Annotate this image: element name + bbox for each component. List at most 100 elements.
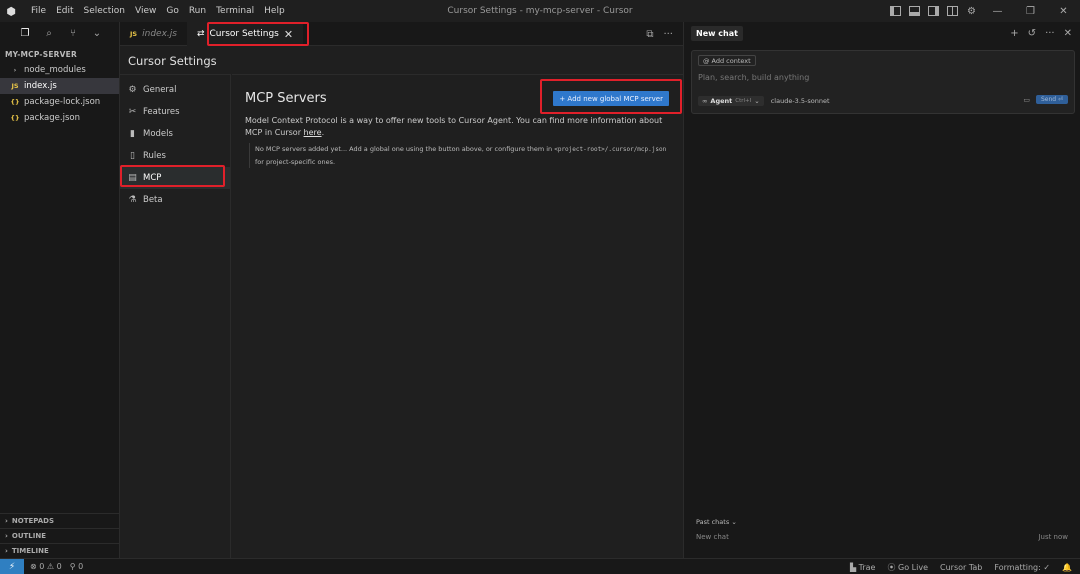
nav-item-models[interactable]: ▮ Models [120,123,230,145]
sidebar-right-icon[interactable] [924,0,943,22]
past-chats-label: Past chats [696,518,730,526]
tab-cursor-settings[interactable]: ⇄ Cursor Settings ✕ [186,22,304,46]
status-bar: ⚡ ⊗ 0 ⚠ 0 ⚲ 0 ▙ Trae ⦿ Go Live Cursor Ta… [0,558,1080,574]
tree-item-node-modules[interactable]: › node_modules [0,62,119,78]
project-title[interactable]: MY-MCP-SERVER [0,44,119,62]
gear-icon[interactable]: ⚙ [962,0,981,22]
menu-edit[interactable]: Edit [51,0,78,22]
menu-bar: File Edit Selection View Go Run Terminal… [26,0,290,22]
nav-label: Models [143,129,173,139]
model-selector[interactable]: claude-3.5-sonnet [771,97,830,105]
tree-item-label: index.js [24,81,57,91]
panel-bottom-icon[interactable] [905,0,924,22]
problems-count[interactable]: ⊗ 0 ⚠ 0 [30,562,62,571]
status-go-live[interactable]: ⦿ Go Live [887,562,928,573]
json-file-icon: {} [10,114,20,122]
menu-view[interactable]: View [130,0,161,22]
add-context-button[interactable]: @ Add context [698,55,756,66]
past-chats-toggle[interactable]: Past chats ⌄ [696,518,737,526]
close-window-button[interactable]: ✕ [1047,0,1080,22]
past-chat-title: New chat [696,533,729,541]
status-formatting[interactable]: Formatting: ✓ [994,563,1050,572]
chevron-down-icon: ⌄ [731,518,737,526]
add-global-mcp-server-button[interactable]: + Add new global MCP server [553,91,669,106]
section-heading: MCP Servers [245,91,327,106]
nav-label: Beta [143,195,163,205]
search-icon[interactable]: ⌕ [42,26,56,40]
menu-help[interactable]: Help [259,0,290,22]
source-control-icon[interactable]: ⑂ [66,26,80,40]
status-cursor-tab[interactable]: Cursor Tab [940,563,982,572]
nav-item-rules[interactable]: ▯ Rules [120,145,230,167]
section-notepads[interactable]: › NOTEPADS [0,513,120,528]
close-icon[interactable]: ✕ [1064,28,1072,39]
layout-icon[interactable] [943,0,962,22]
menu-run[interactable]: Run [184,0,211,22]
send-button[interactable]: Send ⏎ [1035,95,1068,104]
more-actions-icon[interactable]: ··· [1045,28,1055,39]
tab-new-chat[interactable]: New chat [691,25,743,41]
tab-label: index.js [142,29,177,39]
title-bar: ⬢ File Edit Selection View Go Run Termin… [0,0,1080,22]
menu-selection[interactable]: Selection [79,0,130,22]
gear-icon: ⚙ [128,85,137,95]
mcp-empty-state: No MCP servers added yet... Add a global… [249,143,669,168]
ports-count[interactable]: ⚲ 0 [70,562,84,571]
tree-item-index-js[interactable]: JS index.js [0,78,119,94]
editor-tabs: JS index.js ⇄ Cursor Settings ✕ ⧉ ··· [120,22,683,46]
agent-mode-selector[interactable]: ∞ Agent Ctrl+I ⌄ [698,96,764,106]
section-timeline[interactable]: › TIMELINE [0,543,120,558]
chat-input[interactable]: Plan, search, build anything [698,73,809,82]
chevron-down-icon: ⌄ [754,97,760,105]
flask-icon: ⚗ [128,195,137,205]
settings-nav: ⚙ General ✂ Features ▮ Models ▯ Rules ▤ … [120,74,231,558]
bar-chart-icon: ▮ [130,129,135,139]
nav-item-features[interactable]: ✂ Features [120,101,230,123]
tab-index-js[interactable]: JS index.js [120,22,187,46]
mcp-docs-link[interactable]: here [304,128,322,137]
tools-icon: ✂ [128,107,137,117]
nav-item-mcp[interactable]: ▤ MCP [120,167,230,189]
minimize-button[interactable]: — [981,0,1014,22]
nav-item-beta[interactable]: ⚗ Beta [120,189,230,211]
menu-terminal[interactable]: Terminal [211,0,259,22]
split-editor-icon[interactable]: ⧉ [646,29,653,40]
nav-label: Rules [143,151,166,161]
past-chat-time: Just now [1038,533,1068,541]
chat-header: New chat + ↺ ··· ✕ [684,22,1080,44]
tree-item-package-lock-json[interactable]: {} package-lock.json [0,94,119,110]
new-chat-icon[interactable]: + [1010,28,1018,39]
nav-item-general[interactable]: ⚙ General [120,79,230,101]
nav-label: Features [143,107,180,117]
more-actions-icon[interactable]: ··· [663,29,673,40]
close-icon[interactable]: ✕ [284,28,293,41]
menu-go[interactable]: Go [161,0,183,22]
explorer-icon[interactable]: ❐ [18,26,32,40]
menu-file[interactable]: File [26,0,51,22]
config-path: <project-root>/.cursor/mcp.json [554,146,667,153]
sidebar-left-icon[interactable] [886,0,905,22]
past-chat-item[interactable]: New chat Just now [696,533,1068,541]
restore-button[interactable]: ❐ [1014,0,1047,22]
cursor-logo-icon: ⬢ [6,4,16,18]
history-icon[interactable]: ↺ [1028,28,1036,39]
status-trae[interactable]: ▙ Trae [850,563,876,572]
mcp-settings-panel: MCP Servers + Add new global MCP server … [232,74,683,558]
chat-input-box[interactable]: @ Add context Plan, search, build anythin… [691,50,1075,114]
section-label: OUTLINE [11,532,47,540]
remote-indicator[interactable]: ⚡ [0,558,24,574]
chat-panel: New chat + ↺ ··· ✕ @ Add context Plan, se… [683,22,1080,558]
mcp-description: Model Context Protocol is a way to offer… [245,115,675,139]
chevron-down-icon[interactable]: ⌄ [90,26,104,40]
tree-item-package-json[interactable]: {} package.json [0,110,119,126]
bell-icon[interactable]: 🔔 [1062,563,1072,572]
explorer-sidebar: ❐ ⌕ ⑂ ⌄ MY-MCP-SERVER › node_modules JS … [0,22,120,558]
chevron-right-icon: › [5,517,8,525]
js-file-icon: JS [11,82,19,90]
section-label: NOTEPADS [11,517,55,525]
chevron-right-icon: › [5,532,8,540]
status-go-live-label: Go Live [898,562,928,572]
section-outline[interactable]: › OUTLINE [0,528,120,543]
image-icon[interactable]: ▭ [1023,96,1030,104]
editor-area: JS index.js ⇄ Cursor Settings ✕ ⧉ ··· Cu… [120,22,683,558]
